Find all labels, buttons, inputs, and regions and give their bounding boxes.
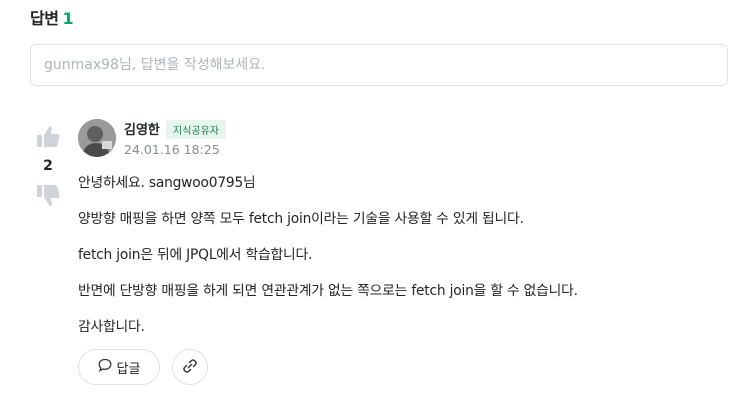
answer-paragraph: 반면에 단방향 매핑을 하게 되면 연관관계가 없는 쪽으로는 fetch jo… [78,283,578,299]
vote-panel: 2 [34,124,62,208]
reply-label: 답글 [116,361,141,377]
link-icon [181,357,199,378]
answers-header: 답변 1 [30,5,74,29]
answer-content: 안녕하세요. sangwoo0795님 양방향 매핑을 하면 양쪽 모두 fet… [78,172,578,352]
avatar[interactable] [78,119,116,157]
author-badge: 지식공유자 [166,120,226,139]
speech-bubble-icon [98,358,112,376]
copy-link-button[interactable] [172,349,208,385]
answer-input[interactable] [31,45,727,85]
answer-paragraph: 안녕하세요. sangwoo0795님 [78,175,256,191]
answer-paragraph: 감사합니다. [78,319,145,335]
answers-title: 답변 [30,9,59,28]
thumbs-down-icon[interactable] [34,182,62,208]
answer-paragraph: 양방향 매핑을 하면 양쪽 모두 fetch join이라는 기술을 사용할 수… [78,211,524,227]
thumbs-up-icon[interactable] [34,124,62,150]
reply-button[interactable]: 답글 [78,349,160,385]
vote-count: 2 [43,158,53,174]
answers-count: 1 [62,9,74,28]
author-name[interactable]: 김영한 [124,119,160,138]
answer-input-box[interactable] [30,44,728,86]
answer-paragraph: fetch join은 뒤에 JPQL에서 학습합니다. [78,247,313,263]
post-date: 24.01.16 18:25 [124,142,220,157]
